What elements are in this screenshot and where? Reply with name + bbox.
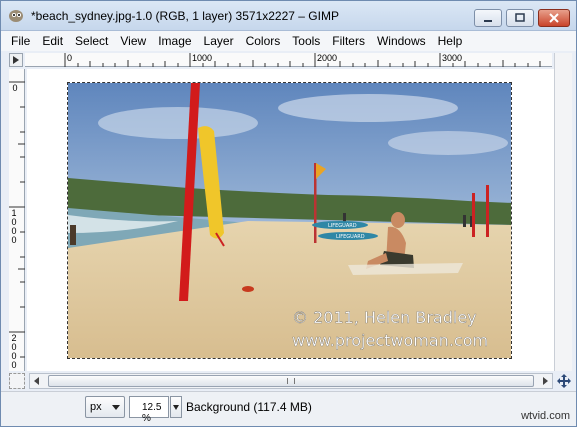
hruler-label-2000: 2000 <box>317 53 338 63</box>
image-canvas[interactable]: LIFEGUARD LIFEGUARD © 2011, Helen Bradle… <box>67 82 512 359</box>
menu-colors[interactable]: Colors <box>246 34 281 48</box>
board-label-1: LIFEGUARD <box>328 223 357 229</box>
minimize-icon <box>484 20 492 22</box>
menu-view[interactable]: View <box>120 34 146 48</box>
menu-bar: File Edit Select View Image Layer Colors… <box>1 31 576 51</box>
photo-website: www.projectwoman.com <box>292 331 488 350</box>
scrollbar-thumb[interactable] <box>48 375 534 387</box>
menu-tools[interactable]: Tools <box>292 34 320 48</box>
title-bar: *beach_sydney.jpg-1.0 (RGB, 1 layer) 357… <box>1 1 576 31</box>
menu-filters[interactable]: Filters <box>332 34 365 48</box>
gimp-window: *beach_sydney.jpg-1.0 (RGB, 1 layer) 357… <box>0 0 577 427</box>
scroll-right-arrow-icon[interactable] <box>543 377 548 385</box>
hruler-label-3000: 3000 <box>442 53 463 63</box>
horizontal-ruler[interactable]: 0 1000 2000 3000 <box>25 53 552 67</box>
menu-help[interactable]: Help <box>438 34 463 48</box>
menu-file[interactable]: File <box>11 34 30 48</box>
close-button[interactable] <box>538 9 570 27</box>
maximize-icon <box>515 13 525 22</box>
menu-windows[interactable]: Windows <box>377 34 426 48</box>
menu-select[interactable]: Select <box>75 34 108 48</box>
hruler-ticks <box>64 53 541 67</box>
chevron-down-icon <box>112 405 120 410</box>
menu-image[interactable]: Image <box>158 34 191 48</box>
menu-edit[interactable]: Edit <box>42 34 63 48</box>
zoom-to-fit-corner[interactable] <box>9 373 25 389</box>
status-bar: px 12.5 % Background (117.4 MB) wtvid.co… <box>1 391 576 426</box>
units-value: px <box>90 401 102 413</box>
quick-mask-toggle[interactable] <box>9 53 23 67</box>
zoom-value: 12.5 % <box>142 402 162 424</box>
vruler-label-2000: 2000 <box>11 333 17 370</box>
scroll-left-arrow-icon[interactable] <box>34 377 39 385</box>
vruler-label-0: 0 <box>12 83 18 93</box>
navigate-icon[interactable] <box>556 373 572 389</box>
zoom-input[interactable]: 12.5 % <box>129 396 169 424</box>
menu-arrow-icon <box>13 56 19 64</box>
gimp-icon <box>9 10 23 22</box>
chevron-down-icon <box>173 405 179 410</box>
vruler-label-1000: 1000 <box>11 208 17 245</box>
vertical-ruler[interactable]: 0 1000 2000 <box>9 69 25 371</box>
status-message: Background (117.4 MB) <box>186 400 312 414</box>
photo-copyright: © 2011, Helen Bradley <box>292 308 477 327</box>
hruler-label-1000: 1000 <box>192 53 213 63</box>
maximize-button[interactable] <box>506 9 534 27</box>
window-title: *beach_sydney.jpg-1.0 (RGB, 1 layer) 357… <box>31 9 339 23</box>
menu-layer[interactable]: Layer <box>204 34 234 48</box>
canvas-area[interactable]: LIFEGUARD LIFEGUARD © 2011, Helen Bradle… <box>27 69 554 371</box>
zoom-dropdown-button[interactable] <box>170 396 182 418</box>
minimize-button[interactable] <box>474 9 502 27</box>
beach-photo: LIFEGUARD LIFEGUARD © 2011, Helen Bradle… <box>68 83 511 358</box>
horizontal-scrollbar[interactable] <box>29 373 553 389</box>
board-label-2: LIFEGUARD <box>336 234 365 240</box>
units-dropdown[interactable]: px <box>85 396 125 418</box>
watermark-text: wtvid.com <box>521 410 570 422</box>
close-icon <box>549 13 559 23</box>
hruler-label-0: 0 <box>67 53 73 63</box>
vertical-scrollbar[interactable] <box>554 53 572 371</box>
grip-icon <box>287 378 295 384</box>
